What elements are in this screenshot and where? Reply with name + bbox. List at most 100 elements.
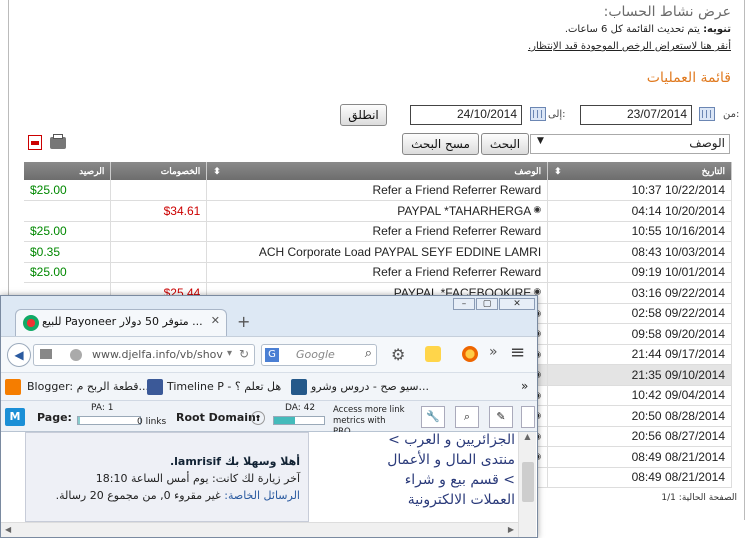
search-button[interactable]: البحث (481, 133, 529, 155)
pencil-icon[interactable]: ✎ (489, 406, 513, 428)
google-icon[interactable]: G (265, 348, 279, 362)
clear-search-button[interactable]: مسح البحث (402, 133, 479, 155)
balance-cell: $25.00 (24, 180, 112, 201)
date-cell: 10:55 10/16/2014 (547, 221, 732, 242)
reload-icon[interactable]: ↻ (239, 347, 249, 361)
welcome-box: أهلا وسهلا بك lamrisif. آخر زيارة لك كان… (25, 432, 309, 522)
column-balance[interactable]: الرصيد (24, 162, 112, 180)
debit-cell: $34.61 (110, 200, 208, 222)
last-visit-time: 18:10 (95, 472, 128, 485)
breadcrumb-item[interactable]: > قسم بيع و شراء (311, 470, 515, 490)
column-debits[interactable]: الخصومات (110, 162, 208, 180)
browser-window[interactable]: – ▢ ✕ للبيع Payoneer متوفر 50 دولار ... … (0, 295, 538, 538)
magnifier-icon[interactable]: ⌕ (365, 346, 372, 361)
page-title: عرض نشاط الحساب: (603, 4, 731, 20)
toolbar-overflow-button[interactable] (521, 406, 535, 428)
to-date-input[interactable]: 24/10/2014 (410, 105, 522, 125)
pagination-info: الصفحة الحالية: 1/1 (661, 493, 737, 503)
bookmarks-bar: Blogger: قطعة الربح م... Timeline P - هل… (1, 372, 537, 400)
maximize-button[interactable]: ▢ (476, 298, 498, 310)
column-date[interactable]: ⬍ التاريخ (547, 162, 732, 180)
root-domain-dropdown-icon[interactable]: ▾ (251, 411, 265, 425)
scroll-right-arrow-icon[interactable]: ▶ (508, 525, 514, 534)
url-bar[interactable]: www.djelfa.info/vb/shov ▾ ↻ (33, 344, 255, 366)
browser-titlebar[interactable]: – ▢ ✕ للبيع Payoneer متوفر 50 دولار ... … (1, 296, 537, 336)
bookmark-item[interactable]: سيو صح - دروس وشرو... (311, 380, 429, 393)
pages-value: 1/1 (661, 493, 676, 503)
dropdown-arrow-icon: ▼ (537, 136, 544, 146)
links-count: 0 links (137, 417, 167, 427)
to-calendar-icon[interactable] (530, 107, 546, 121)
table-row[interactable]: $25.00 Refer a Friend Referrer Reward 10:3… (24, 180, 732, 201)
bookmark-item[interactable]: Timeline P - هل تعلم ؟ (167, 380, 281, 393)
pending-licenses-link[interactable]: أنقر هنا لاستعراض الرخص الموجودة قيد الإ… (528, 41, 731, 52)
pm-link[interactable]: الرسائل الخاصة: (224, 489, 300, 502)
date-cell: 21:35 09/10/2014 (547, 364, 732, 386)
mozbar-logo-icon[interactable]: M (5, 408, 25, 426)
search-box[interactable]: G Google ⌕ (261, 344, 377, 366)
back-button[interactable]: ◀ (7, 343, 31, 367)
search-field-selected: الوصف (689, 136, 725, 150)
table-row[interactable]: $25.00 Refer a Friend Referrer Reward 09:1… (24, 262, 732, 283)
close-button[interactable]: ✕ (499, 298, 535, 310)
breadcrumb: الجزائريين و العرب > منتدى المال و الأعم… (311, 430, 515, 510)
gear-icon[interactable]: ⚙ (391, 345, 405, 364)
print-icon[interactable] (50, 134, 66, 149)
balance-cell: $25.00 (24, 221, 112, 242)
tab-close-icon[interactable]: ✕ (211, 314, 220, 327)
hamburger-menu-icon[interactable]: ≡ (510, 342, 525, 363)
page-authority: PA: 1 (91, 403, 114, 413)
go-button[interactable]: انطلق (340, 104, 387, 126)
scrollbar-thumb[interactable] (522, 462, 534, 502)
breadcrumb-item[interactable]: الجزائريين و العرب > (311, 430, 515, 450)
date-cell: 10:42 09/04/2014 (547, 385, 732, 406)
transactions-heading: قائمة العمليات (646, 70, 731, 86)
wrench-icon[interactable]: 🔧 (421, 406, 445, 428)
overflow-chevron-icon[interactable]: » (489, 344, 498, 360)
table-row[interactable]: $34.61 ◉ PAYPAL *TAHARHERGA 04:14 10/20/201… (24, 200, 732, 222)
debit-cell (110, 241, 208, 263)
search-icon[interactable]: ⌕ (455, 406, 479, 428)
table-row[interactable]: $25.00 Refer a Friend Referrer Reward 10:5… (24, 221, 732, 242)
horizontal-scrollbar[interactable]: ◀ ▶ (1, 522, 518, 537)
column-description[interactable]: ⬍ الوصف (206, 162, 549, 180)
firefox-menu-icon[interactable] (462, 346, 478, 362)
browser-tab[interactable]: للبيع Payoneer متوفر 50 دولار ... ✕ (15, 309, 227, 336)
date-cell: 10:37 10/22/2014 (547, 180, 732, 201)
breadcrumb-item[interactable]: العملات الالكترونية (311, 490, 515, 510)
transaction-detail-icon[interactable]: ◉ (533, 204, 541, 215)
debit-cell (110, 221, 208, 242)
search-field-select[interactable]: الوصف ▼ (530, 134, 730, 154)
facebook-icon (147, 379, 163, 395)
bookmark-item[interactable]: Blogger: قطعة الربح م... (27, 380, 149, 393)
search-placeholder: Google (296, 348, 335, 361)
history-dropdown-icon[interactable]: ▾ (227, 348, 232, 359)
from-date-input[interactable]: 23/07/2014 (580, 105, 692, 125)
table-row[interactable]: $0.35 ACH Corporate Load PAYPAL SEYF EDDI… (24, 241, 732, 263)
sort-icon: ⬍ (213, 165, 221, 176)
page-right-border (744, 0, 745, 520)
column-description-label: الوصف (514, 165, 542, 176)
new-tab-button[interactable]: + (237, 312, 250, 331)
description-cell: ◉ PAYPAL *TAHARHERGA (206, 200, 549, 222)
tab-title: للبيع Payoneer متوفر 50 دولار ... (42, 315, 203, 328)
update-notice: تنويه: يتم تحديث القائمة كل 6 ساعات. (565, 24, 731, 35)
scroll-left-arrow-icon[interactable]: ◀ (5, 525, 11, 534)
breadcrumb-item[interactable]: منتدى المال و الأعمال (311, 450, 515, 470)
from-calendar-icon[interactable] (699, 107, 715, 121)
domain-authority-bar (273, 416, 325, 425)
description-cell: Refer a Friend Referrer Reward (206, 262, 549, 283)
vertical-scrollbar[interactable]: ▲ (518, 432, 536, 537)
column-date-label: التاريخ (701, 165, 725, 176)
notice-label: تنويه: (703, 24, 731, 35)
from-label: من: (723, 109, 740, 120)
date-cell: 21:44 09/17/2014 (547, 344, 732, 365)
scroll-up-arrow-icon[interactable]: ▲ (519, 432, 536, 441)
more-bookmarks-chevron-icon[interactable]: » (521, 379, 528, 393)
minimize-button[interactable]: – (453, 298, 475, 310)
tab-groups-icon[interactable] (40, 349, 52, 359)
pm-text: غير مقروء 0, من مجموع 20 رسالة. (55, 489, 221, 502)
extension-icon[interactable] (425, 346, 441, 362)
url-text: www.djelfa.info/vb/shov (92, 348, 223, 361)
pdf-export-icon[interactable] (28, 135, 42, 150)
